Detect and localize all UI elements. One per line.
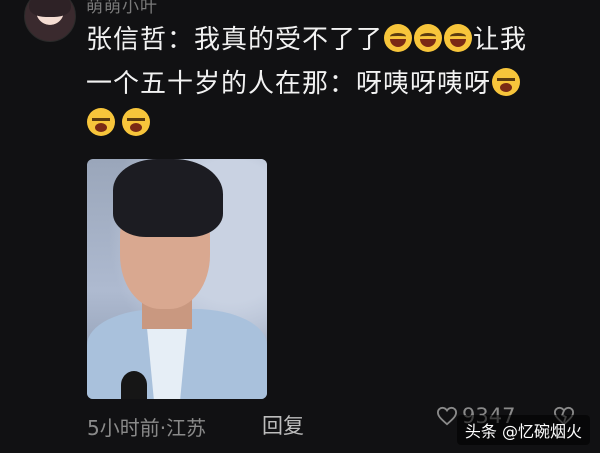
comment-line-2-text: 一个五十岁的人在那：呀咦呀咦呀 <box>86 69 492 99</box>
emoji-row <box>86 108 151 136</box>
cry-emoji-icon <box>122 108 151 136</box>
commenter-avatar[interactable] <box>24 0 76 42</box>
comment-line-1: 张信哲：我真的受不了了 让我 <box>86 18 586 62</box>
laugh-emoji-icon <box>414 24 443 52</box>
heart-icon <box>436 406 458 426</box>
comment-text: 张信哲：我真的受不了了 让我 一个五十岁的人在那：呀咦呀咦呀 <box>86 18 586 106</box>
watermark: 头条 @忆碗烟火 <box>456 415 590 445</box>
comment-time-location: 5小时前·江苏 <box>87 416 207 440</box>
comment-line-2: 一个五十岁的人在那：呀咦呀咦呀 <box>86 62 586 106</box>
cry-emoji-icon <box>492 68 521 96</box>
reply-button[interactable]: 回复 <box>262 410 304 440</box>
comment-photo[interactable] <box>87 159 267 399</box>
comment-line-1-suffix: 让我 <box>473 25 528 55</box>
cry-emoji-icon <box>87 108 115 136</box>
commenter-username[interactable]: 萌萌小叶 <box>86 0 158 17</box>
laugh-emoji-icon <box>384 24 413 52</box>
laugh-emoji-icon <box>444 24 473 52</box>
comment-line-1-text: 张信哲：我真的受不了了 <box>86 25 384 55</box>
